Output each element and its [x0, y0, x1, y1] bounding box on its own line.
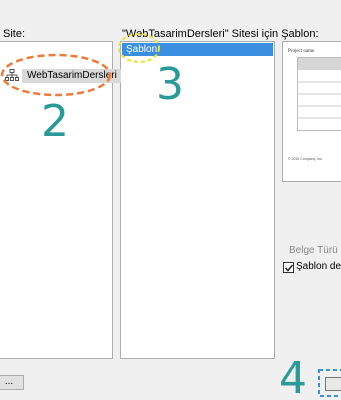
change-template-label: Şablon değişi [296, 261, 341, 272]
preview-doc-title: Project name [288, 49, 315, 54]
create-button[interactable] [325, 377, 341, 391]
checkmark-icon [284, 264, 294, 272]
preview-doc-footer: © 2015 Company, Inc. [288, 157, 323, 161]
document-type-label: Belge Türü [289, 245, 338, 256]
template-list-panel[interactable] [120, 41, 275, 359]
callout-number-4: 4 [279, 353, 307, 400]
callout-ellipse-site [0, 53, 112, 97]
browse-button[interactable]: ... [0, 375, 24, 390]
site-label: Site: [3, 28, 26, 40]
callout-number-2: 2 [41, 96, 69, 147]
preview-table-graphic [297, 57, 341, 131]
callout-number-3: 3 [156, 59, 184, 110]
change-template-checkbox[interactable] [283, 262, 294, 273]
